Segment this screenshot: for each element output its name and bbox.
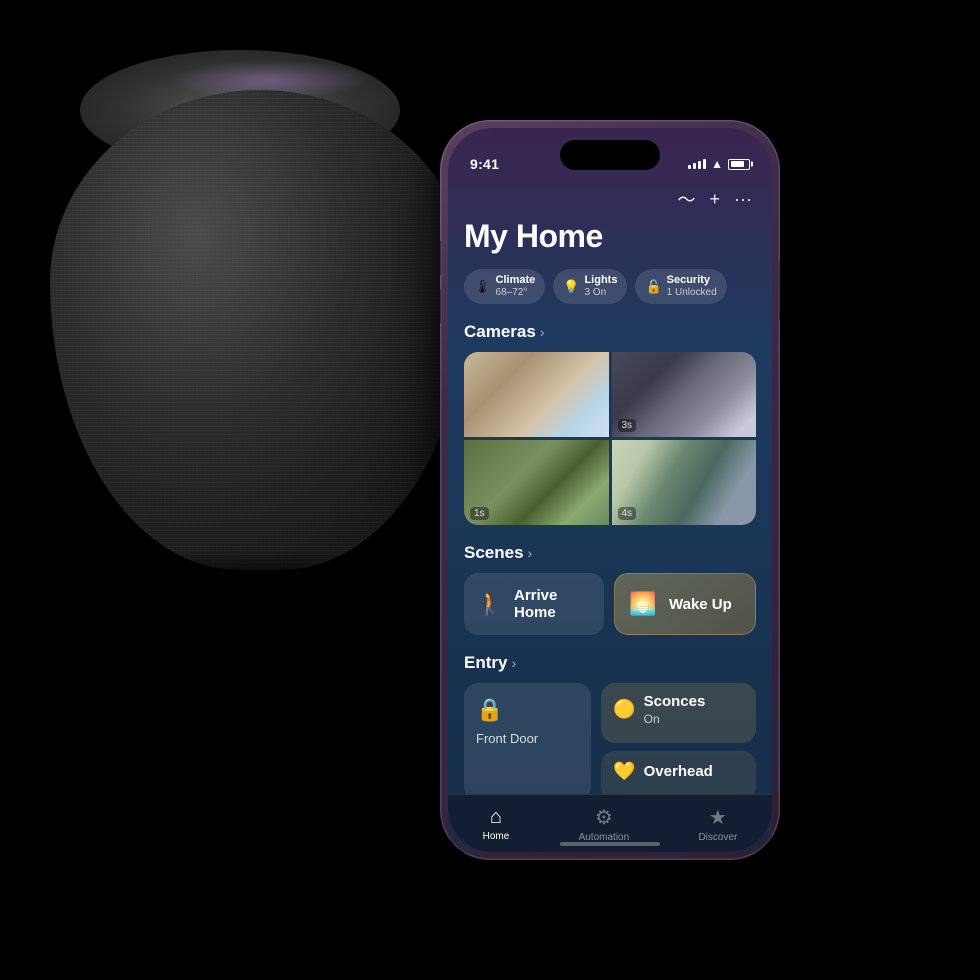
homepod-shadow xyxy=(60,550,440,610)
sconces-title: Sconces xyxy=(644,693,706,710)
entry-chevron: › xyxy=(511,655,516,671)
scenes-title: Scenes xyxy=(464,543,524,563)
climate-value: 68–72° xyxy=(496,287,536,299)
lights-icon: 💡 xyxy=(563,279,579,295)
status-icons: ▲ xyxy=(688,157,750,171)
automation-tab-icon: ⚙ xyxy=(595,805,613,830)
chip-climate[interactable]: 🌡 Climate 68–72° xyxy=(464,269,545,304)
cameras-section-header[interactable]: Cameras › xyxy=(464,322,756,342)
volume-up-button[interactable] xyxy=(440,240,441,276)
arrive-home-scene[interactable]: 🚶 Arrive Home xyxy=(464,573,604,635)
discover-tab-label: Discover xyxy=(698,832,737,843)
scenes-row: 🚶 Arrive Home 🌅 Wake Up xyxy=(464,573,756,635)
iphone: 9:41 ▲ 〜 xyxy=(440,120,780,860)
camera-4[interactable]: 4s xyxy=(612,440,757,525)
camera-2[interactable]: 3s xyxy=(612,352,757,437)
front-door-label: Front Door xyxy=(476,731,579,746)
arrive-home-icon: 🚶 xyxy=(476,591,504,617)
tab-home[interactable]: ⌂ Home xyxy=(483,806,510,842)
overhead-title: Overhead xyxy=(644,763,713,780)
more-icon[interactable]: ··· xyxy=(734,189,752,210)
lights-label: Lights xyxy=(584,274,617,287)
entry-cards: 🔒 Front Door 🟡 Sconces On xyxy=(464,683,756,801)
front-door-card[interactable]: 🔒 Front Door xyxy=(464,683,591,801)
scenes-chevron: › xyxy=(528,545,533,561)
homepod-mesh xyxy=(50,90,470,570)
security-label: Security xyxy=(667,274,717,287)
wake-up-scene[interactable]: 🌅 Wake Up xyxy=(614,573,756,635)
camera-1[interactable] xyxy=(464,352,609,437)
status-chips: 🌡 Climate 68–72° 💡 Lights 3 On xyxy=(464,269,756,304)
cam4-timestamp: 4s xyxy=(618,507,637,520)
automation-tab-label: Automation xyxy=(579,832,630,843)
chip-lights[interactable]: 💡 Lights 3 On xyxy=(553,269,627,304)
tab-discover[interactable]: ★ Discover xyxy=(698,805,737,843)
page-title: My Home xyxy=(464,218,756,255)
cameras-title: Cameras xyxy=(464,322,536,342)
wifi-icon: ▲ xyxy=(711,157,723,171)
sconces-sub: On xyxy=(644,712,706,726)
front-door-icon: 🔒 xyxy=(476,697,579,723)
chip-security[interactable]: 🔓 Security 1 Unlocked xyxy=(635,269,726,304)
cam2-timestamp: 3s xyxy=(618,419,637,432)
dynamic-island xyxy=(560,140,660,170)
scenes-section-header[interactable]: Scenes › xyxy=(464,543,756,563)
homepod-device xyxy=(30,60,490,580)
arrive-home-label: Arrive Home xyxy=(514,587,592,621)
lights-value: 3 On xyxy=(584,287,617,299)
home-tab-icon: ⌂ xyxy=(490,806,502,829)
waveform-icon[interactable]: 〜 xyxy=(678,186,696,212)
sconces-icon: 🟡 xyxy=(613,699,635,720)
battery-icon xyxy=(728,159,750,170)
cam3-timestamp: 1s xyxy=(470,507,489,520)
iphone-screen: 9:41 ▲ 〜 xyxy=(448,128,772,852)
top-actions: 〜 + ··· xyxy=(464,186,756,212)
climate-label: Climate xyxy=(496,274,536,287)
overhead-icon: 💛 xyxy=(613,761,635,782)
camera-3[interactable]: 1s xyxy=(464,440,609,525)
home-tab-label: Home xyxy=(483,831,510,842)
wake-up-label: Wake Up xyxy=(669,596,732,613)
add-icon[interactable]: + xyxy=(710,189,721,210)
security-value: 1 Unlocked xyxy=(667,287,717,299)
security-icon: 🔓 xyxy=(645,279,661,295)
status-time: 9:41 xyxy=(470,156,499,172)
volume-down-button[interactable] xyxy=(440,288,441,324)
app-content: 〜 + ··· My Home 🌡 Climate 68–72° xyxy=(448,186,772,802)
iphone-frame: 9:41 ▲ 〜 xyxy=(440,120,780,860)
wake-up-icon: 🌅 xyxy=(627,591,659,617)
discover-tab-icon: ★ xyxy=(709,805,727,830)
camera-grid: 3s 1s 4s xyxy=(464,352,756,525)
home-indicator xyxy=(560,842,660,846)
cameras-chevron: › xyxy=(540,324,545,340)
homepod-body xyxy=(50,90,470,570)
tab-automation[interactable]: ⚙ Automation xyxy=(579,805,630,843)
signal-icon xyxy=(688,159,706,169)
entry-section-header[interactable]: Entry › xyxy=(464,653,756,673)
climate-icon: 🌡 xyxy=(474,279,491,295)
sconces-card[interactable]: 🟡 Sconces On xyxy=(601,683,756,743)
entry-title: Entry xyxy=(464,653,507,673)
power-button[interactable] xyxy=(779,260,780,320)
